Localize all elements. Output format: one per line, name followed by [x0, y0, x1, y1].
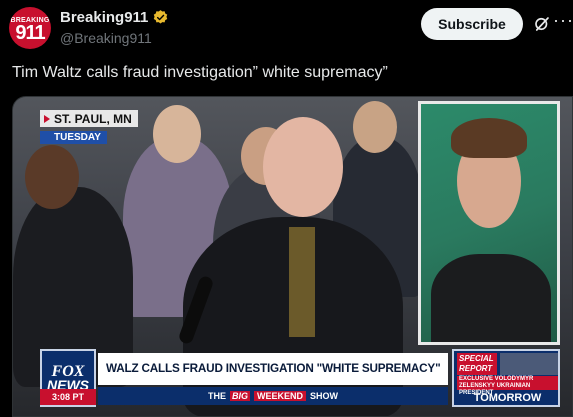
more-options-icon[interactable]: ···	[553, 10, 573, 31]
broadcast-time: 3:08 PT	[40, 389, 96, 405]
special-report-promo: SPECIAL REPORT EXCLUSIVE VOLODYMYR ZELEN…	[452, 349, 560, 407]
avatar-main-text: 911	[15, 21, 45, 44]
subbar-weekend: WEEKEND	[254, 391, 307, 401]
avatar[interactable]: BREAKING 911	[9, 7, 51, 49]
promo-exclusive: EXCLUSIVE VOLODYMYR ZELENSKYY UKRAINIAN …	[457, 376, 558, 396]
promo-faces	[500, 353, 558, 375]
chyron-headline: WALZ CALLS FRAUD INVESTIGATION "WHITE SU…	[98, 353, 448, 385]
post-card: BREAKING 911 Breaking911 @Breaking911 Su…	[0, 0, 573, 417]
author-name-row: Breaking911	[60, 9, 169, 26]
promo-special: SPECIAL REPORT	[457, 353, 497, 375]
grok-icon[interactable]	[533, 15, 551, 33]
show-bar: THE BIG WEEKEND SHOW	[98, 387, 448, 405]
subbar-show: SHOW	[310, 391, 339, 401]
location-city: ST. PAUL, MN	[40, 110, 138, 127]
verified-badge-icon	[152, 9, 169, 26]
post-text: Tim Waltz calls fraud investigation” whi…	[12, 64, 388, 81]
guest-inset	[418, 101, 560, 345]
location-bug: ST. PAUL, MN TUESDAY	[40, 110, 138, 145]
video-player[interactable]: ST. PAUL, MN TUESDAY FOX NEWS 3:08 PT WA…	[12, 96, 573, 417]
promo-tomorrow: TOMORROW	[473, 392, 542, 404]
subscribe-button[interactable]: Subscribe	[421, 8, 523, 40]
subbar-big: BIG	[229, 391, 250, 401]
author-handle[interactable]: @Breaking911	[60, 30, 152, 46]
subbar-prefix: THE	[207, 391, 226, 401]
display-name[interactable]: Breaking911	[60, 9, 148, 26]
location-day: TUESDAY	[40, 131, 107, 144]
news-chyron: FOX NEWS 3:08 PT WALZ CALLS FRAUD INVEST…	[40, 349, 560, 407]
